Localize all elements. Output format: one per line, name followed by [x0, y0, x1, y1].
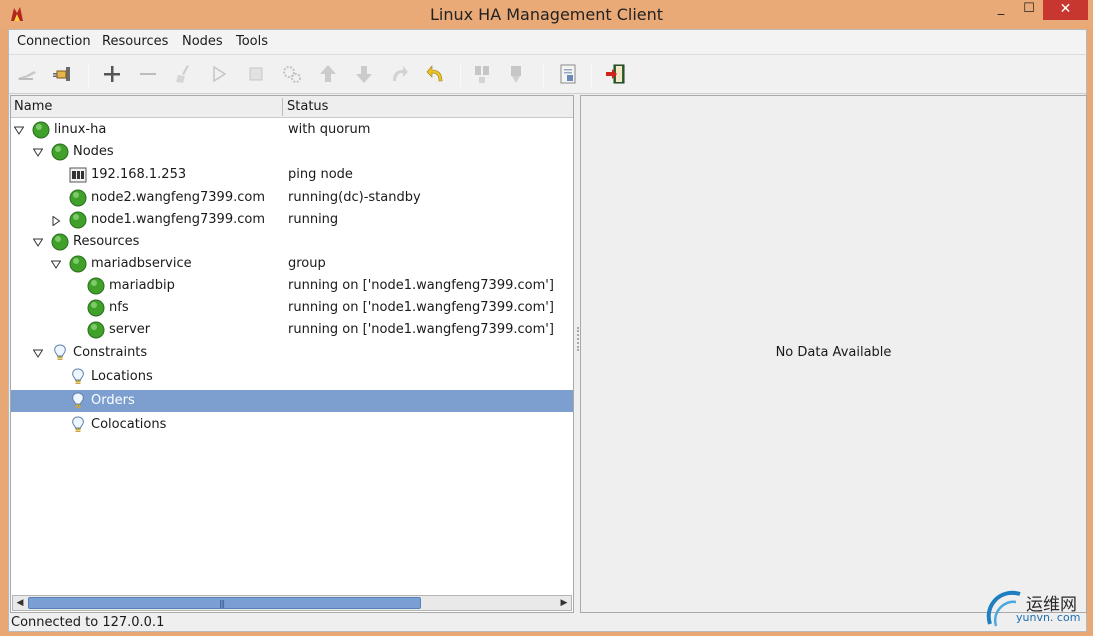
tree-row-name: mariadbip	[109, 278, 175, 293]
close-button[interactable]: ✕	[1043, 0, 1088, 20]
tree-row-name: server	[109, 322, 151, 337]
start-icon[interactable]	[207, 62, 231, 86]
tree-row[interactable]: Locations	[11, 366, 573, 388]
tree-row-name: Resources	[73, 234, 140, 249]
watermark-url: yunvn. com	[1016, 611, 1081, 624]
tree-row[interactable]: node1.wangfeng7399.com running	[11, 209, 573, 231]
exit-icon[interactable]	[603, 62, 627, 86]
column-name-header[interactable]: Name	[14, 99, 52, 114]
column-status-header[interactable]: Status	[287, 99, 328, 114]
app-window: Connection Resources Nodes Tools Name St…	[8, 29, 1087, 632]
green-status-icon	[87, 321, 105, 339]
green-status-icon	[69, 211, 87, 229]
tree-row-name: Nodes	[73, 144, 114, 159]
toolbar	[9, 54, 1086, 94]
tree-row-name: mariadbservice	[91, 256, 192, 271]
default-icon[interactable]	[280, 62, 304, 86]
add-icon[interactable]	[100, 62, 124, 86]
tree-row-status: group	[288, 256, 326, 271]
scroll-left-icon[interactable]: ◀	[13, 596, 27, 610]
watermark-logo: 运维网 yunvn. com	[986, 584, 1090, 632]
tree-row[interactable]: Colocations	[11, 414, 573, 436]
expanded-triangle-icon[interactable]	[13, 125, 25, 135]
green-status-icon	[51, 143, 69, 161]
minimize-button[interactable]: _	[986, 0, 1016, 20]
menu-tools[interactable]: Tools	[236, 34, 268, 49]
cleanup-icon[interactable]	[172, 62, 196, 86]
expanded-triangle-icon[interactable]	[32, 147, 44, 157]
tree-row-status: running on ['node1.wangfeng7399.com']	[288, 322, 554, 337]
scroll-right-icon[interactable]: ▶	[557, 596, 571, 610]
green-status-icon	[87, 299, 105, 317]
tree-row[interactable]: Orders	[11, 390, 573, 412]
status-bar: Connected to 127.0.0.1	[9, 613, 1086, 633]
lightbulb-icon	[69, 392, 87, 410]
green-status-icon	[69, 255, 87, 273]
title-bar: Linux HA Management Client _ ☐ ✕	[0, 0, 1093, 29]
redo-icon[interactable]	[387, 62, 411, 86]
tree-row-status: running on ['node1.wangfeng7399.com']	[288, 278, 554, 293]
collapsed-triangle-icon[interactable]	[51, 215, 61, 227]
tree-row-status: ping node	[288, 167, 353, 182]
tree-row-status: with quorum	[288, 122, 371, 137]
tree-row-status: running	[288, 212, 339, 227]
tree-row[interactable]: 192.168.1.253 ping node	[11, 164, 573, 186]
scrollbar-thumb[interactable]: |||	[28, 597, 421, 609]
tree-row-name: Constraints	[73, 345, 148, 360]
tree-row[interactable]: linux-ha with quorum	[11, 119, 573, 141]
move-up-icon[interactable]	[316, 62, 340, 86]
lightbulb-icon	[51, 344, 69, 362]
tree-row[interactable]: Nodes	[11, 141, 573, 163]
tree-row-status: running(dc)-standby	[288, 190, 421, 205]
tree-row-status: running on ['node1.wangfeng7399.com']	[288, 300, 554, 315]
standby-icon[interactable]	[470, 62, 494, 86]
tree-row-name: Colocations	[91, 417, 167, 432]
connect-icon[interactable]	[51, 62, 75, 86]
no-data-message: No Data Available	[775, 345, 892, 360]
tree-row-name: Orders	[91, 393, 135, 408]
remove-icon[interactable]	[136, 62, 160, 86]
tree-row[interactable]: nfs running on ['node1.wangfeng7399.com']	[11, 297, 573, 319]
window-title: Linux HA Management Client	[429, 5, 664, 24]
menu-nodes[interactable]: Nodes	[182, 34, 223, 49]
ping-node-icon	[69, 166, 87, 184]
green-status-icon	[87, 277, 105, 295]
tree-row[interactable]: mariadbservice group	[11, 253, 573, 275]
green-status-icon	[51, 233, 69, 251]
tree-row-name: node1.wangfeng7399.com	[91, 212, 265, 227]
maximize-button[interactable]: ☐	[1014, 0, 1044, 20]
detail-panel: No Data Available	[580, 95, 1087, 613]
menu-connection[interactable]: Connection	[17, 34, 91, 49]
cluster-tree-panel: Name Status linux-ha with quorum Nodes 192.…	[10, 95, 574, 613]
stop-icon[interactable]	[244, 62, 268, 86]
tree-row-name: 192.168.1.253	[91, 167, 187, 182]
tree-column-header: Name Status	[11, 96, 573, 118]
horizontal-scrollbar[interactable]: ◀ ||| ▶	[12, 595, 572, 611]
active-icon[interactable]	[505, 62, 529, 86]
connection-status: Connected to 127.0.0.1	[11, 615, 165, 630]
tree-row-name: Locations	[91, 369, 153, 384]
tree-row-name: node2.wangfeng7399.com	[91, 190, 265, 205]
expanded-triangle-icon[interactable]	[32, 237, 44, 247]
menu-resources[interactable]: Resources	[102, 34, 168, 49]
green-status-icon	[69, 189, 87, 207]
disconnect-icon[interactable]	[15, 62, 39, 86]
tree-row[interactable]: node2.wangfeng7399.com running(dc)-standb…	[11, 187, 573, 209]
lightbulb-icon	[69, 416, 87, 434]
tree-row-name: nfs	[109, 300, 129, 315]
lightbulb-icon	[69, 368, 87, 386]
green-status-icon	[32, 121, 50, 139]
expanded-triangle-icon[interactable]	[32, 348, 44, 358]
tree-row[interactable]: server running on ['node1.wangfeng7399.co…	[11, 319, 573, 341]
tree-row-name: linux-ha	[54, 122, 107, 137]
menu-bar: Connection Resources Nodes Tools	[9, 30, 1086, 54]
view-xml-icon[interactable]	[556, 62, 580, 86]
tree-row[interactable]: Resources	[11, 231, 573, 253]
undo-icon[interactable]	[424, 62, 448, 86]
move-down-icon[interactable]	[352, 62, 376, 86]
expanded-triangle-icon[interactable]	[50, 259, 62, 269]
tree-row[interactable]: mariadbip running on ['node1.wangfeng7399…	[11, 275, 573, 297]
tree-row[interactable]: Constraints	[11, 342, 573, 364]
